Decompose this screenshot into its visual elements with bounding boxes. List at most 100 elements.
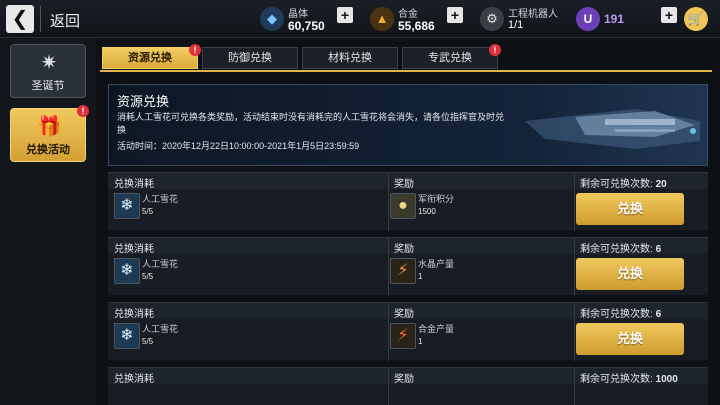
snowflake-icon: ❄	[114, 193, 140, 219]
cost-item-name: 人工雪花	[142, 324, 179, 334]
gift-icon: 🎁	[36, 116, 62, 138]
divider	[574, 173, 575, 231]
divider	[388, 238, 389, 296]
table-row: 兑换消耗 奖励 剩余可兑换次数: 1000	[108, 367, 708, 405]
robot-value: 1/1	[508, 19, 524, 31]
tab-material-exchange[interactable]: 材料兑换	[302, 47, 398, 69]
robot-name: 工程机器人	[508, 9, 558, 20]
banner-description: 消耗人工雪花可兑换各类奖励，活动结束时没有消耗完的人工雪花将会消失，请各位指挥官…	[117, 112, 505, 135]
crystal-production-icon: ⚡	[390, 258, 416, 284]
remaining-label: 剩余可兑换次数:	[580, 179, 653, 190]
row-header: 兑换消耗 奖励 剩余可兑换次数: 20	[108, 173, 708, 190]
cost-header: 兑换消耗	[114, 309, 154, 320]
banner-title: 资源兑换	[117, 94, 170, 109]
row-header: 兑换消耗 奖励 剩余可兑换次数: 6	[108, 238, 708, 255]
table-row: 兑换消耗 奖励 剩余可兑换次数: 20 ❄ 人工雪花 5/5 ● 军衔积分 15…	[108, 172, 708, 231]
remaining-header: 剩余可兑换次数: 6	[580, 240, 661, 255]
add-u-currency-button[interactable]: +	[661, 7, 677, 23]
reward-header: 奖励	[394, 179, 414, 190]
sidebar-item-exchange[interactable]: 🎁 兑换活动 !	[10, 105, 89, 162]
tab-label: 材料兑换	[328, 52, 372, 64]
reward-item-qty: 1	[418, 337, 423, 346]
tab-weapon-exchange[interactable]: 专武兑换 !	[402, 44, 501, 69]
reward-header: 奖励	[394, 374, 414, 385]
alloy-name: 合金	[398, 9, 418, 20]
cost-item-qty: 5/5	[142, 337, 154, 346]
remaining-label: 剩余可兑换次数:	[580, 374, 653, 385]
remaining-label: 剩余可兑换次数:	[580, 309, 653, 320]
sidebar-item-label: 圣诞节	[31, 80, 65, 92]
alloy-production-icon: ⚡	[390, 323, 416, 349]
chevron-left-icon: ❮	[11, 8, 29, 30]
reward-item-name: 合金产量	[418, 324, 455, 334]
reward-header: 奖励	[394, 309, 414, 320]
top-bar: ❮ 返回 ◆ 晶体 60,750 + ▲ 合金 55,686 + ⚙ 工程机器人…	[0, 0, 720, 38]
row-header: 兑换消耗 奖励 剩余可兑换次数: 6	[108, 303, 708, 320]
alert-badge: !	[489, 44, 501, 56]
divider	[574, 368, 575, 405]
cost-header: 兑换消耗	[114, 244, 154, 255]
robot-resource: ⚙ 工程机器人 1/1	[480, 4, 570, 34]
tab-defense-exchange[interactable]: 防御兑换	[202, 47, 298, 69]
spaceship-image	[525, 109, 700, 149]
event-banner: 资源兑换 消耗人工雪花可兑换各类奖励，活动结束时没有消耗完的人工雪花将会消失，请…	[108, 84, 708, 166]
main-panel: 资源兑换 ! 防御兑换 材料兑换 专武兑换 ! 资源兑换 消耗人工雪花可兑换各类…	[100, 42, 712, 405]
sidebar-item-christmas[interactable]: ✷ 圣诞节	[10, 44, 86, 98]
divider	[40, 6, 41, 32]
snowflake-icon: ❄	[114, 258, 140, 284]
exchange-button[interactable]: 兑换	[576, 258, 684, 290]
remaining-count: 6	[655, 309, 662, 320]
remaining-label: 剩余可兑换次数:	[580, 244, 653, 255]
crystal-name: 晶体	[288, 9, 308, 20]
banner-time: 活动时间：2020年12月22日10:00:00-2021年1月5日23:59:…	[117, 141, 360, 151]
divider	[574, 238, 575, 296]
cost-header: 兑换消耗	[114, 179, 154, 190]
cost-item-name: 人工雪花	[142, 259, 179, 269]
divider	[388, 173, 389, 231]
table-row: 兑换消耗 奖励 剩余可兑换次数: 6 ❄ 人工雪花 5/5 ⚡ 水晶产量 1 兑…	[108, 237, 708, 296]
sidebar: ✷ 圣诞节 🎁 兑换活动 !	[0, 38, 96, 405]
snowflake-icon: ❄	[114, 323, 140, 349]
exchange-button[interactable]: 兑换	[576, 193, 684, 225]
add-crystal-button[interactable]: +	[337, 7, 353, 23]
alloy-icon: ▲	[370, 7, 394, 31]
u-currency-resource: U 191	[576, 4, 646, 34]
robot-icon: ⚙	[480, 7, 504, 31]
tab-bar: 资源兑换 ! 防御兑换 材料兑换 专武兑换 !	[100, 42, 712, 72]
tab-label: 防御兑换	[228, 52, 272, 64]
back-label[interactable]: 返回	[50, 10, 80, 31]
reward-item-qty: 1	[418, 272, 423, 281]
alert-badge: !	[77, 105, 89, 117]
u-currency-icon: U	[576, 7, 600, 31]
divider	[388, 303, 389, 361]
remaining-count: 20	[655, 179, 667, 190]
remaining-count: 1000	[655, 374, 678, 385]
alloy-value: 55,686	[398, 19, 435, 33]
cost-header: 兑换消耗	[114, 374, 154, 385]
back-button[interactable]: ❮	[6, 5, 34, 33]
crystal-icon: ◆	[260, 7, 284, 31]
crystal-value: 60,750	[288, 19, 325, 33]
medal-icon: ●	[390, 193, 416, 219]
reward-item-name: 军衔积分	[418, 194, 455, 204]
reward-header: 奖励	[394, 244, 414, 255]
reward-item-name: 水晶产量	[418, 259, 455, 269]
sidebar-item-label: 兑换活动	[26, 144, 70, 156]
exchange-button[interactable]: 兑换	[576, 323, 684, 355]
tab-label: 专武兑换	[428, 52, 472, 64]
tab-label: 资源兑换	[128, 52, 172, 64]
cost-item-qty: 5/5	[142, 272, 154, 281]
divider	[388, 368, 389, 405]
remaining-header: 剩余可兑换次数: 6	[580, 305, 661, 320]
reward-item-qty: 1500	[418, 207, 436, 216]
add-alloy-button[interactable]: +	[447, 7, 463, 23]
remaining-header: 剩余可兑换次数: 20	[580, 175, 667, 190]
shop-cart-icon[interactable]: 🛒	[684, 7, 708, 31]
remaining-count: 6	[655, 244, 662, 255]
star-badge-icon: ✷	[40, 52, 58, 74]
alert-badge: !	[189, 44, 201, 56]
tab-resource-exchange[interactable]: 资源兑换 !	[102, 44, 201, 69]
remaining-header: 剩余可兑换次数: 1000	[580, 370, 678, 385]
u-currency-value: 191	[604, 12, 625, 26]
cost-item-qty: 5/5	[142, 207, 154, 216]
